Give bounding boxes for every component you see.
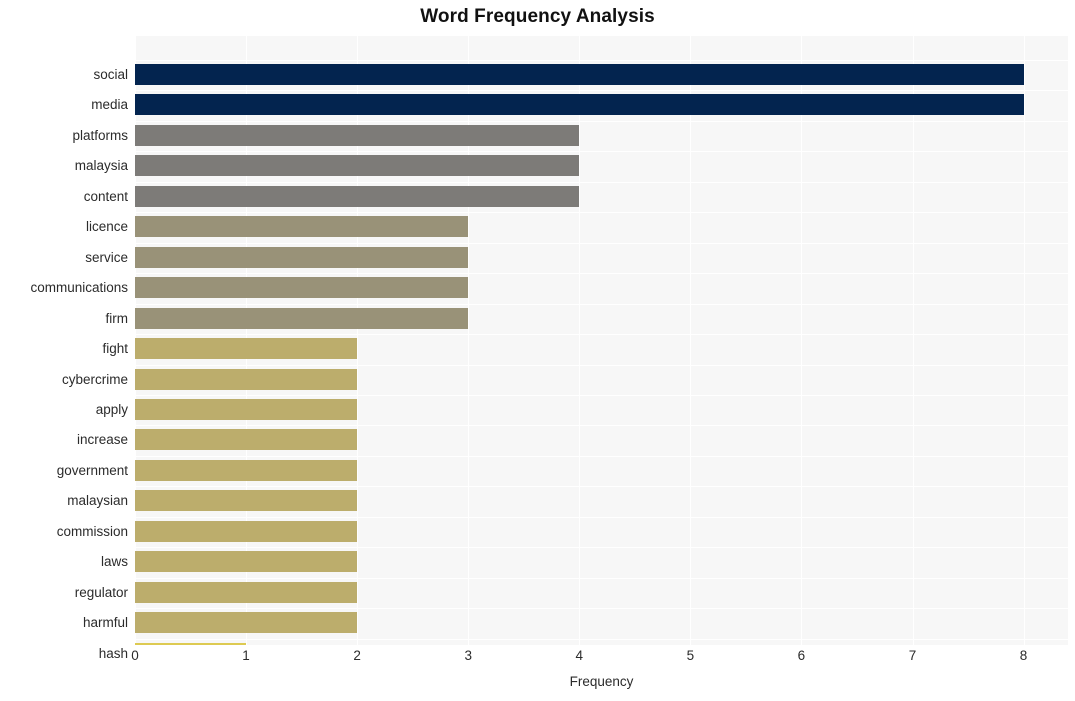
x-axis-ticks: 0 1 2 3 4 5 6 7 8: [131, 648, 1068, 670]
y-axis-label-media: media: [91, 97, 128, 112]
x-axis-tick-5: 5: [686, 648, 695, 663]
y-axis-label-increase: increase: [76, 432, 128, 447]
y-axis-label-malaysia: malaysia: [74, 158, 128, 173]
y-axis-label-firm: firm: [105, 311, 129, 326]
x-axis-tick-7: 7: [908, 648, 917, 663]
x-axis-tick-8: 8: [1019, 648, 1028, 663]
y-axis-label-apply: apply: [95, 402, 128, 417]
y-axis-label-communications: communications: [30, 280, 128, 295]
x-axis-tick-0: 0: [131, 648, 139, 663]
y-axis-label-regulator: regulator: [74, 585, 128, 600]
y-axis-label-service: service: [85, 250, 128, 265]
x-axis-tick-4: 4: [575, 648, 584, 663]
y-axis-label-commission: commission: [56, 524, 128, 539]
y-axis-label-government: government: [56, 463, 128, 478]
word-frequency-chart: Word Frequency Analysis social media platf…: [0, 0, 1075, 701]
y-axis-label-harmful: harmful: [82, 615, 128, 630]
chart-title: Word Frequency Analysis: [420, 6, 655, 27]
y-axis-label-social: social: [93, 67, 128, 82]
y-axis-labels: social media platforms malaysia content licen…: [0, 36, 1075, 661]
x-axis-tick-2: 2: [353, 648, 361, 663]
y-axis-label-malaysian: malaysian: [67, 493, 128, 508]
x-axis-tick-3: 3: [464, 648, 472, 663]
x-axis-tick-6: 6: [797, 648, 806, 663]
y-axis-label-hash: hash: [98, 646, 128, 661]
y-axis-label-licence: licence: [85, 219, 128, 234]
y-axis-label-laws: laws: [100, 554, 128, 569]
y-axis-label-content: content: [83, 189, 128, 204]
y-axis-label-platforms: platforms: [72, 128, 128, 143]
y-axis-label-fight: fight: [102, 341, 128, 356]
y-axis-label-cybercrime: cybercrime: [61, 372, 128, 387]
x-axis-title: Frequency: [569, 674, 634, 689]
x-axis-tick-1: 1: [242, 648, 250, 663]
